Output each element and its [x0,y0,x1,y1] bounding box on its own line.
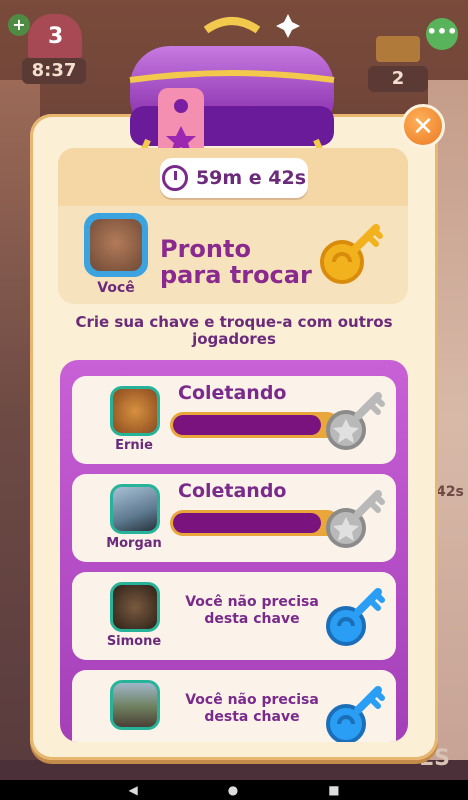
player-name: Simone [106,634,162,649]
player-avatar [110,680,160,730]
stopwatch-icon [161,165,188,191]
progress-fill [173,513,321,533]
ready-status: Pronto para trocar [160,235,312,289]
player-status: Coletando [178,382,287,404]
gold-bar-icon [376,36,420,62]
recent-apps-button[interactable]: ■ [328,783,339,797]
system-navigation-bar: ◀ ● ■ [0,780,468,800]
players-list[interactable]: Ernie Coletando Morgan Coletando Simone … [60,360,408,742]
player-avatar [110,386,160,436]
avatar-image [113,389,157,433]
progress-fill [173,415,321,435]
gold-count: 2 [368,66,428,92]
menu-button[interactable]: ••• [426,18,458,50]
player-name: Ernie [115,438,153,453]
player-row-4[interactable]: Você não precisa desta chave [72,670,396,742]
player-status: Coletando [178,480,287,502]
player-row-simone[interactable]: Simone Você não precisa desta chave [72,572,396,660]
your-name: Você [97,280,135,296]
player-note: Você não precisa desta chave [185,594,319,627]
avatar-image [90,219,142,271]
lives-timer: 8:37 [22,58,86,84]
gold-key-icon[interactable] [318,218,388,288]
avatar-image [113,487,157,531]
player-note: Você não precisa desta chave [185,692,319,725]
gold-widget[interactable]: 2 [368,36,428,94]
add-lives-button[interactable]: + [8,14,30,36]
player-row-morgan[interactable]: Morgan Coletando [72,474,396,562]
back-button[interactable]: ◀ [128,783,137,797]
collecting-progress-bar [170,510,340,536]
chest-timer-text: 59m e 42s [195,167,307,189]
instructions-text: Crie sua chave e troque-a com outros jog… [75,313,393,348]
collecting-progress-bar [170,412,340,438]
player-avatar [110,582,160,632]
player-name: Morgan [106,536,162,551]
blue-key-icon [326,686,385,742]
silver-key-icon [326,490,385,548]
avatar-image [113,585,157,629]
chest-timer: 59m e 42s [160,158,308,198]
lives-count: 3 [48,24,64,49]
player-row-ernie[interactable]: Ernie Coletando [72,376,396,464]
your-avatar [84,213,148,277]
blue-key-icon [326,588,385,646]
silver-key-icon [326,392,385,450]
avatar-image [113,683,157,727]
close-button[interactable]: ✕ [401,104,445,148]
player-avatar [110,484,160,534]
home-button[interactable]: ● [228,783,238,797]
